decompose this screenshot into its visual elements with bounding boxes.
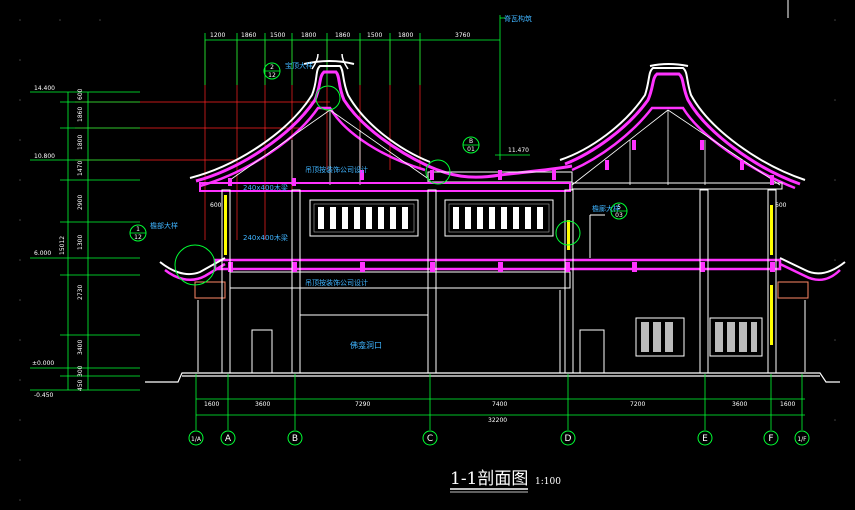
left-dim-8: 3400 xyxy=(77,340,84,355)
bottom-dim-6: 3600 xyxy=(732,401,747,408)
bottom-dim-4: 7400 xyxy=(492,401,507,408)
elev-10800: 10.800 xyxy=(34,153,55,160)
axis-label-1F: 1/F xyxy=(797,436,807,443)
left-dim-1: 600 xyxy=(77,88,84,100)
ground-line xyxy=(145,372,840,383)
elev-11470: 11.470 xyxy=(508,147,529,154)
axis-label-1A: 1/A xyxy=(191,436,202,443)
left-dimension-labels: 600 1860 1800 1470 2900 1300 2730 3400 3… xyxy=(59,88,84,391)
left-dim-9: 300 xyxy=(77,365,84,377)
roof-right xyxy=(559,63,806,190)
elev-0: ±0.000 xyxy=(32,360,54,367)
elev-minus-450: -0.450 xyxy=(34,392,54,399)
elev-6000: 6.000 xyxy=(34,250,51,257)
callout-3-sheet: 12 xyxy=(134,234,142,241)
top-dim-3: 1500 xyxy=(270,32,285,39)
axis-label-A: A xyxy=(225,434,232,444)
callout-4-sheet: 03 xyxy=(615,212,623,219)
top-dim-1: 1200 xyxy=(210,32,225,39)
bottom-dim-7: 1600 xyxy=(780,401,795,408)
top-dim-5: 1860 xyxy=(335,32,350,39)
left-dim-6: 1300 xyxy=(77,235,84,250)
axis-labels: 1/A A B C D E F 1/F xyxy=(191,434,807,444)
left-eave xyxy=(159,257,226,372)
note-ceiling-mid: 吊顶按装饰公司设计 xyxy=(305,278,368,287)
top-dim-8: 3760 xyxy=(455,32,470,39)
left-dimension-chain xyxy=(30,91,140,391)
axis-bubbles xyxy=(188,430,810,446)
callout-3-label: 檐部大样 xyxy=(150,221,178,230)
bottom-dim-3: 7290 xyxy=(355,401,370,408)
lower-windows xyxy=(635,317,763,357)
bottom-dim-1: 1600 xyxy=(204,401,219,408)
callout-2-sheet: 01 xyxy=(467,146,475,153)
note-beam-2: 240x400木梁 xyxy=(243,233,288,242)
callout-2-num: B xyxy=(469,138,473,145)
axis-label-E: E xyxy=(702,434,708,444)
bottom-dim-5: 7200 xyxy=(630,401,645,408)
callout-1-num: 2 xyxy=(270,64,274,71)
bottom-dimension-labels: 1600 3600 7290 7400 7200 3600 1600 32200 xyxy=(204,401,795,424)
top-dim-6: 1500 xyxy=(367,32,382,39)
cad-viewport[interactable]: 1200 1860 1500 1800 1860 1500 1800 3760 … xyxy=(0,0,855,506)
left-dim-4: 1470 xyxy=(77,161,84,176)
note-dim-600: 600 xyxy=(210,202,222,209)
drawing-title-block: 1-1剖面图 1:100 xyxy=(450,469,561,493)
top-dim-4: 1800 xyxy=(301,32,316,39)
callout-1-sheet: 12 xyxy=(268,72,276,79)
axis-label-C: C xyxy=(427,434,433,444)
left-dim-2: 1860 xyxy=(77,107,84,122)
top-note: 脊瓦构筑 xyxy=(504,14,532,23)
note-ceiling-top: 吊顶按装饰公司设计 xyxy=(305,165,368,174)
note-shrine-opening: 佛龛洞口 xyxy=(350,340,382,350)
callout-5-03[interactable]: 5 03 檐廊大样 xyxy=(555,202,628,246)
left-dim-7: 2730 xyxy=(77,285,84,300)
section-drawing: 1200 1860 1500 1800 1860 1500 1800 3760 … xyxy=(19,0,846,501)
bottom-dim-2: 3600 xyxy=(255,401,270,408)
axis-label-F: F xyxy=(768,434,773,444)
upper-windows xyxy=(309,199,554,237)
top-dim-7: 1800 xyxy=(398,32,413,39)
left-dim-5: 2900 xyxy=(77,195,84,210)
note-beam-1: 240x400木梁 xyxy=(243,183,288,192)
note-dim-600-right: 600 xyxy=(775,202,787,209)
bottom-dim-total: 32200 xyxy=(488,417,507,424)
callout-2-12[interactable]: 2 12 宝顶大样 xyxy=(263,61,341,111)
top-dim-2: 1860 xyxy=(241,32,256,39)
top-dimension-labels: 1200 1860 1500 1800 1860 1500 1800 3760 xyxy=(210,32,470,39)
left-elevation-labels: 14.400 10.800 6.000 ±0.000 -0.450 xyxy=(32,85,55,399)
left-dim-10: 450 xyxy=(77,379,84,391)
drawing-title: 1-1剖面图 xyxy=(450,469,528,489)
drawing-scale: 1:100 xyxy=(535,477,561,487)
left-dim-total: 15012 xyxy=(59,236,66,255)
right-eave xyxy=(777,257,846,372)
elev-14400: 14.400 xyxy=(34,85,55,92)
callout-4-label: 檐廊大样 xyxy=(592,204,620,213)
left-dim-3: 1800 xyxy=(77,135,84,150)
callout-1-label: 宝顶大样 xyxy=(285,61,313,70)
callout-3-num: 1 xyxy=(136,226,140,233)
axis-label-D: D xyxy=(565,434,572,444)
axis-label-B: B xyxy=(292,434,298,444)
